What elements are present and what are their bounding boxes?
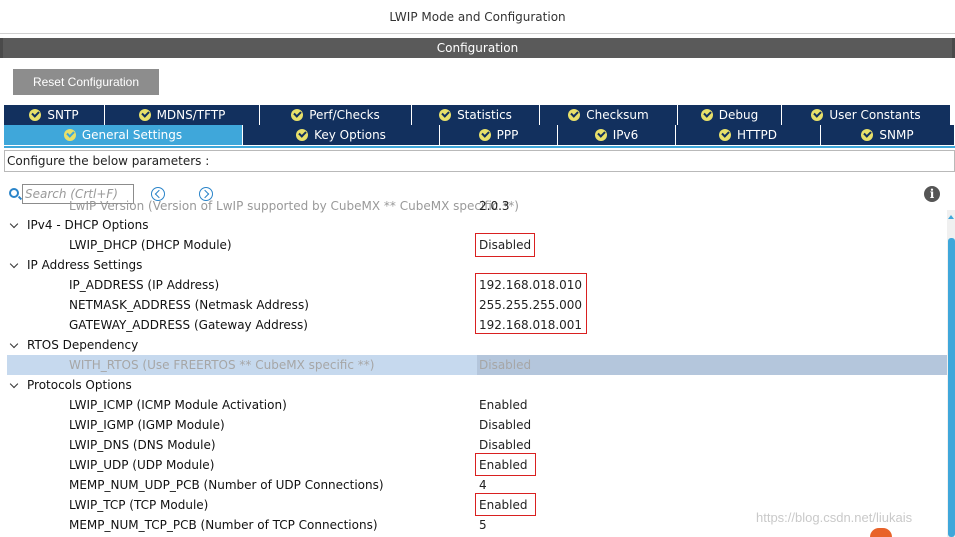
logo-icon xyxy=(870,528,892,537)
group-ipv4-dhcp-options[interactable]: IPv4 - DHCP Options xyxy=(0,215,947,235)
chevron-down-icon[interactable] xyxy=(9,259,19,269)
param-value[interactable]: 4 xyxy=(479,475,487,495)
check-circle-icon xyxy=(811,109,824,121)
scroll-up-arrow-icon[interactable] xyxy=(947,212,955,222)
tab-user-constants[interactable]: User Constants xyxy=(782,105,951,125)
param-lwip-udp[interactable]: LWIP_UDP (UDP Module) Enabled xyxy=(0,455,947,475)
tab-general-settings[interactable]: General Settings xyxy=(4,125,243,145)
param-value[interactable]: Disabled xyxy=(479,435,531,455)
check-circle-icon xyxy=(63,129,76,141)
tab-snmp[interactable]: SNMP xyxy=(821,125,955,145)
param-value[interactable]: Disabled xyxy=(479,235,531,255)
chevron-down-icon[interactable] xyxy=(9,339,19,349)
param-value[interactable]: 255.255.255.000 xyxy=(479,295,582,315)
tab-ipv6[interactable]: IPv6 xyxy=(558,125,676,145)
check-circle-icon xyxy=(439,109,452,121)
check-circle-icon xyxy=(29,109,42,121)
tabs-row-2: General Settings Key Options PPP IPv6 HT… xyxy=(4,125,955,145)
configuration-title: Configuration xyxy=(436,41,519,55)
check-circle-icon xyxy=(296,129,309,141)
param-lwip-dns[interactable]: LWIP_DNS (DNS Module) Disabled xyxy=(0,435,947,455)
param-value[interactable]: Enabled xyxy=(479,395,528,415)
window-title: LWIP Mode and Configuration xyxy=(0,0,955,34)
group-ip-address-settings[interactable]: IP Address Settings xyxy=(0,255,947,275)
param-with-rtos[interactable]: WITH_RTOS (Use FREERTOS ** CubeMX specif… xyxy=(7,355,947,375)
scrollbar-thumb[interactable] xyxy=(948,238,955,537)
group-protocols-options[interactable]: Protocols Options xyxy=(0,375,947,395)
tab-checksum[interactable]: Checksum xyxy=(540,105,678,125)
check-circle-icon xyxy=(478,129,491,141)
tab-sntp[interactable]: SNTP xyxy=(4,105,105,125)
check-circle-icon xyxy=(861,129,874,141)
param-lwip-dhcp[interactable]: LWIP_DHCP (DHCP Module) Disabled xyxy=(0,235,947,255)
param-lwip-icmp[interactable]: LWIP_ICMP (ICMP Module Activation) Enabl… xyxy=(0,395,947,415)
tab-perf-checks[interactable]: Perf/Checks xyxy=(260,105,412,125)
check-circle-icon xyxy=(594,129,607,141)
parameter-tree: LwIP Version (Version of LwIP supported … xyxy=(0,196,947,537)
configuration-header: Configuration xyxy=(0,38,955,58)
param-value[interactable]: Enabled xyxy=(479,455,528,475)
tabs-row-1: SNTP MDNS/TFTP Perf/Checks Statistics Ch… xyxy=(4,105,951,125)
tab-debug[interactable]: Debug xyxy=(678,105,782,125)
param-ip-address[interactable]: IP_ADDRESS (IP Address) 192.168.018.010 xyxy=(0,275,947,295)
param-value[interactable]: Disabled xyxy=(479,415,531,435)
watermark: https://blog.csdn.net/liukais xyxy=(756,510,913,525)
chevron-down-icon[interactable] xyxy=(9,379,19,389)
group-rtos-dependency[interactable]: RTOS Dependency xyxy=(0,335,947,355)
tab-underline xyxy=(4,146,955,148)
param-value[interactable]: 192.168.018.001 xyxy=(479,315,582,335)
param-value[interactable]: Disabled xyxy=(479,355,531,375)
check-circle-icon xyxy=(700,109,713,121)
check-circle-icon xyxy=(138,109,151,121)
configure-instructions: Configure the below parameters : xyxy=(4,150,955,172)
param-value[interactable]: Enabled xyxy=(479,495,528,515)
tab-httpd[interactable]: HTTPD xyxy=(676,125,821,145)
param-memp-num-udp-pcb[interactable]: MEMP_NUM_UDP_PCB (Number of UDP Connecti… xyxy=(0,475,947,495)
tab-key-options[interactable]: Key Options xyxy=(243,125,440,145)
tab-statistics[interactable]: Statistics xyxy=(412,105,540,125)
tab-mdns-tftp[interactable]: MDNS/TFTP xyxy=(105,105,260,125)
tab-ppp[interactable]: PPP xyxy=(440,125,558,145)
param-value[interactable]: 5 xyxy=(479,515,487,535)
param-gateway-address[interactable]: GATEWAY_ADDRESS (Gateway Address) 192.16… xyxy=(0,315,947,335)
param-value[interactable]: 192.168.018.010 xyxy=(479,275,582,295)
check-circle-icon xyxy=(291,109,304,121)
check-circle-icon xyxy=(568,109,581,121)
param-lwip-igmp[interactable]: LWIP_IGMP (IGMP Module) Disabled xyxy=(0,415,947,435)
reset-configuration-button[interactable]: Reset Configuration xyxy=(13,69,159,95)
check-circle-icon xyxy=(719,129,732,141)
chevron-down-icon[interactable] xyxy=(9,219,19,229)
param-netmask-address[interactable]: NETMASK_ADDRESS (Netmask Address) 255.25… xyxy=(0,295,947,315)
